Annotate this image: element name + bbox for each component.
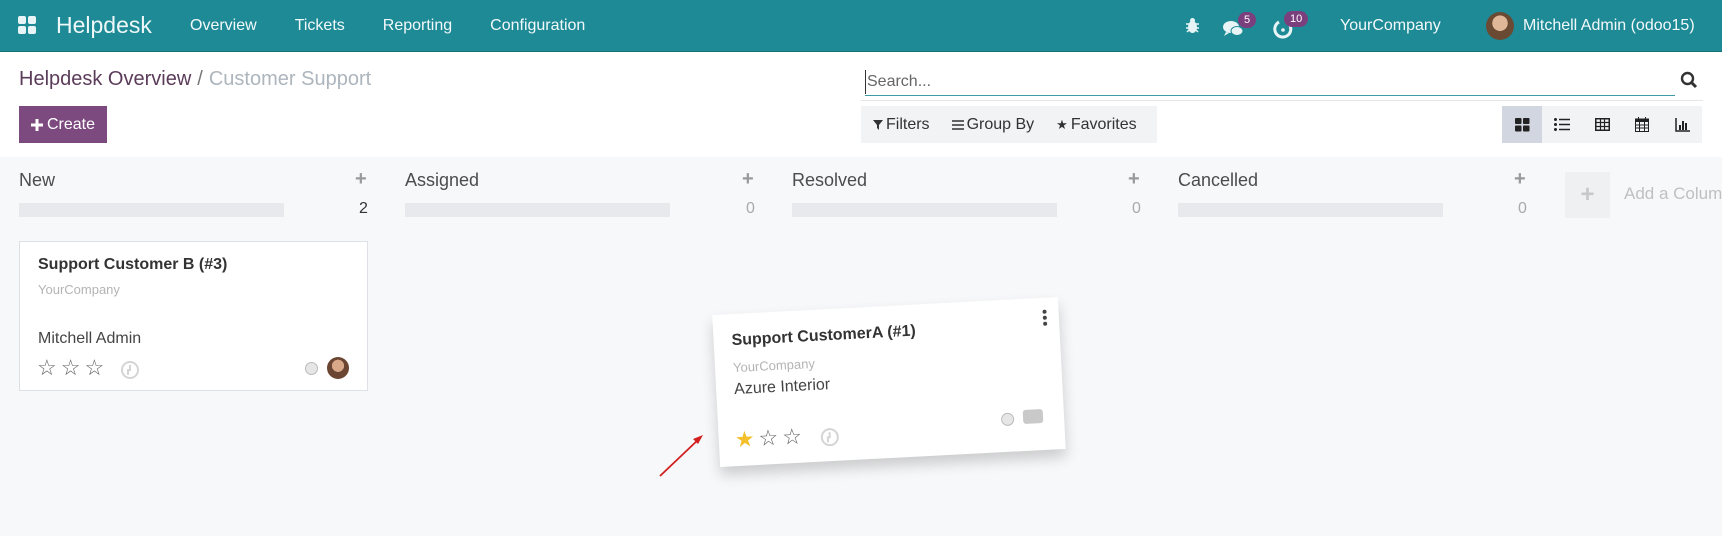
kanban-state-dot[interactable] (1000, 412, 1015, 427)
bar-chart-icon (1674, 117, 1690, 132)
quick-create-plus-icon[interactable]: + (742, 168, 754, 191)
unassigned-avatar-icon[interactable] (1022, 408, 1044, 425)
star-empty-icon[interactable]: ☆ (758, 425, 779, 452)
kanban-view-button[interactable] (1502, 106, 1542, 143)
table-icon (1594, 118, 1610, 131)
star-empty-icon[interactable]: ☆ (37, 355, 57, 381)
bars-icon (951, 119, 964, 130)
list-icon (1554, 118, 1570, 131)
user-menu[interactable]: Mitchell Admin (odoo15) (1523, 17, 1695, 35)
search-icon[interactable] (1680, 71, 1698, 89)
activities-button[interactable]: 10 (1273, 11, 1309, 39)
calendar-view-button[interactable] (1622, 106, 1662, 143)
priority-widget: ☆ ☆ ☆ (37, 355, 104, 381)
activities-count-badge: 10 (1284, 11, 1309, 27)
create-button-label: Create (46, 115, 96, 133)
add-column-label[interactable]: Add a Column (1624, 184, 1722, 204)
column-count: 0 (1132, 200, 1141, 217)
search-divider (861, 100, 1703, 101)
column-title[interactable]: Cancelled (1178, 170, 1258, 191)
card-partner: Mitchell Admin (38, 330, 142, 347)
column-title[interactable]: New (19, 170, 55, 191)
filters-dropdown[interactable]: Filters (873, 116, 930, 134)
column-progressbar[interactable] (19, 203, 284, 217)
messages-button[interactable]: 5 (1222, 12, 1257, 39)
list-view-button[interactable] (1542, 106, 1582, 143)
star-filled-icon[interactable]: ★ (734, 426, 755, 453)
filters-label: Filters (886, 115, 930, 133)
column-title[interactable]: Resolved (792, 170, 867, 191)
star-empty-icon[interactable]: ☆ (84, 355, 104, 381)
card-partner: Azure Interior (733, 376, 831, 399)
messages-count-badge: 5 (1238, 12, 1257, 28)
column-title[interactable]: Assigned (405, 170, 479, 191)
favorites-label: Favorites (1070, 115, 1137, 133)
star-empty-icon[interactable]: ☆ (61, 355, 81, 381)
priority-widget: ★ ☆ ☆ (734, 424, 802, 453)
kanban-card[interactable]: Support Customer B (#3) YourCompany Mitc… (19, 241, 368, 391)
apps-grid-icon[interactable] (18, 16, 36, 34)
pivot-view-button[interactable] (1582, 106, 1622, 143)
groupby-label: Group By (966, 115, 1035, 133)
menu-reporting[interactable]: Reporting (383, 17, 452, 35)
quick-create-plus-icon[interactable]: + (1128, 168, 1140, 191)
company-switcher[interactable]: YourCompany (1340, 17, 1441, 35)
kanban-state-dot[interactable] (305, 362, 318, 375)
favorites-dropdown[interactable]: ★ Favorites (1056, 116, 1136, 134)
kanban-icon (1514, 117, 1529, 131)
assignee-avatar[interactable] (327, 357, 349, 379)
menu-overview[interactable]: Overview (190, 17, 257, 35)
plus-icon (30, 118, 43, 131)
calendar-icon (1635, 117, 1649, 132)
menu-configuration[interactable]: Configuration (490, 17, 585, 35)
search-field[interactable] (865, 70, 1675, 96)
search-input[interactable] (865, 70, 1675, 94)
breadcrumb-parent[interactable]: Helpdesk Overview (19, 68, 191, 90)
column-progressbar[interactable] (792, 203, 1057, 217)
top-navbar: Helpdesk Overview Tickets Reporting Conf… (0, 0, 1722, 52)
breadcrumb-current: Customer Support (208, 68, 372, 90)
column-count: 0 (746, 200, 755, 217)
create-button[interactable]: Create (19, 106, 107, 143)
column-count: 2 (359, 200, 368, 217)
column-progressbar[interactable] (1178, 203, 1443, 217)
breadcrumb-separator: / (197, 68, 203, 90)
app-brand[interactable]: Helpdesk (56, 12, 152, 39)
star-icon: ★ (1056, 116, 1068, 132)
view-switcher (1502, 106, 1702, 143)
kanban-card-dragging[interactable]: Support CustomerA (#1) YourCompany Azure… (712, 297, 1066, 467)
column-count: 0 (1518, 200, 1527, 217)
filter-icon (873, 119, 883, 130)
plus-icon: + (1580, 181, 1595, 208)
card-company: YourCompany (732, 355, 816, 376)
activity-clock-icon[interactable] (121, 361, 139, 379)
menu-tickets[interactable]: Tickets (295, 17, 345, 35)
activity-clock-icon[interactable] (820, 427, 840, 447)
main-menu: Overview Tickets Reporting Configuration (190, 17, 585, 35)
star-empty-icon[interactable]: ☆ (782, 424, 803, 451)
card-company: YourCompany (38, 282, 120, 297)
card-title: Support Customer B (#3) (38, 256, 228, 273)
groupby-dropdown[interactable]: Group By (951, 115, 1035, 134)
quick-create-plus-icon[interactable]: + (355, 168, 367, 191)
search-options-bar: Filters Group By ★ Favorites (861, 106, 1157, 143)
card-title: Support CustomerA (#1) (731, 322, 917, 350)
user-avatar[interactable] (1486, 12, 1514, 40)
column-progressbar[interactable] (405, 203, 670, 217)
bug-icon[interactable] (1185, 17, 1200, 34)
graph-view-button[interactable] (1662, 106, 1702, 143)
red-annotation-arrow-icon (659, 435, 703, 477)
quick-create-plus-icon[interactable]: + (1514, 168, 1526, 191)
card-menu-kebab-icon[interactable] (1042, 309, 1048, 326)
breadcrumb: Helpdesk Overview / Customer Support (19, 68, 371, 91)
add-column-button[interactable]: + (1565, 172, 1610, 218)
